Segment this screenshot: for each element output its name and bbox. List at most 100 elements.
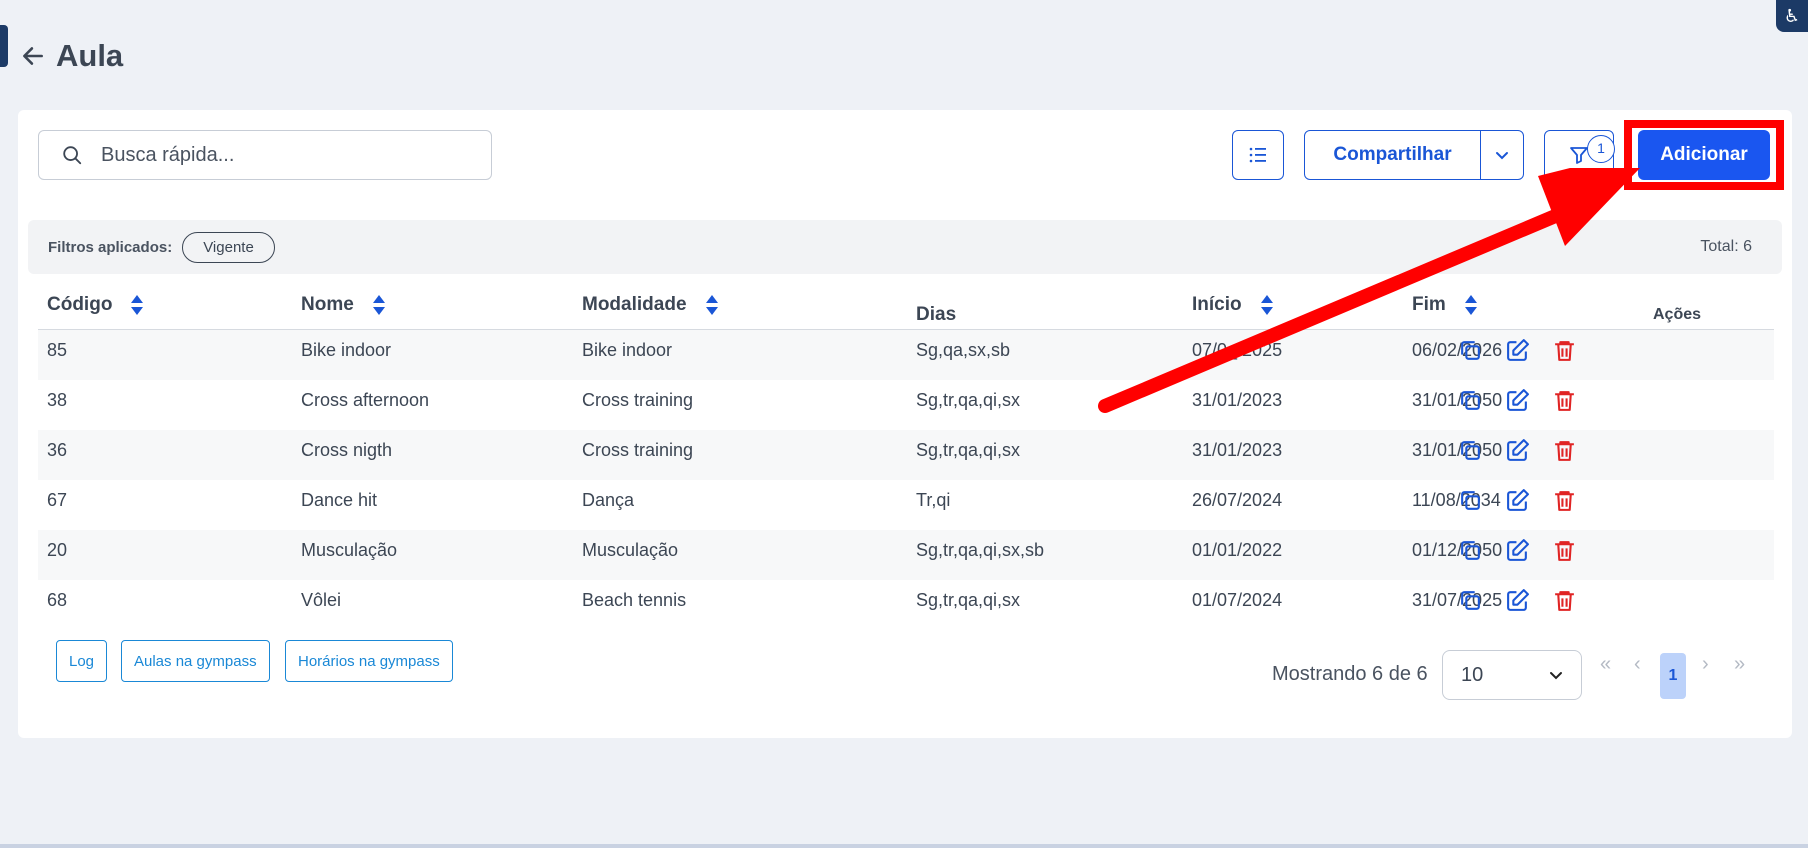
copy-icon[interactable] bbox=[1458, 588, 1483, 613]
cell-dias: Sg,tr,qa,qi,sx bbox=[916, 590, 1021, 610]
share-dropdown-button[interactable] bbox=[1481, 131, 1523, 179]
edit-icon[interactable] bbox=[1505, 338, 1530, 363]
page-size-select[interactable]: 10 bbox=[1442, 650, 1582, 700]
chevron-down-icon bbox=[1550, 672, 1562, 680]
sort-icon[interactable] bbox=[372, 294, 386, 316]
first-page-button[interactable]: « bbox=[1600, 653, 1611, 676]
copy-icon[interactable] bbox=[1458, 488, 1483, 513]
cell-dias: Sg,qa,sx,sb bbox=[916, 340, 1011, 360]
copy-icon[interactable] bbox=[1458, 438, 1483, 463]
column-label: Fim bbox=[1412, 294, 1446, 315]
filter-count-badge: 1 bbox=[1587, 135, 1615, 163]
delete-icon[interactable] bbox=[1552, 588, 1577, 613]
next-page-button[interactable]: › bbox=[1702, 653, 1709, 676]
prev-page-button[interactable]: ‹ bbox=[1634, 653, 1641, 676]
filters-label: Filtros aplicados: bbox=[48, 238, 173, 256]
edit-icon[interactable] bbox=[1505, 488, 1530, 513]
table-row: 20 Musculação Musculação Sg,tr,qa,qi,sx,sb 0… bbox=[38, 530, 1774, 580]
table-body: 85 Bike indoor Bike indoor Sg,qa,sx,sb 07/0_… bbox=[38, 330, 1774, 630]
delete-icon[interactable] bbox=[1552, 488, 1577, 513]
column-header-modalidade[interactable]: Modalidade bbox=[582, 280, 719, 330]
cell-codigo: 38 bbox=[47, 390, 68, 410]
edit-icon[interactable] bbox=[1505, 388, 1530, 413]
page-header: Aula bbox=[20, 38, 123, 74]
back-arrow-icon[interactable] bbox=[20, 43, 46, 69]
row-actions bbox=[1458, 538, 1577, 563]
copy-icon[interactable] bbox=[1458, 538, 1483, 563]
delete-icon[interactable] bbox=[1552, 338, 1577, 363]
gympass-schedules-button[interactable]: Horários na gympass bbox=[285, 640, 453, 682]
pagination-info: Mostrando 6 de 6 bbox=[1272, 663, 1428, 685]
applied-filters-bar: Filtros aplicados: Vigente Total: 6 bbox=[28, 220, 1782, 274]
search-icon bbox=[63, 146, 82, 165]
copy-icon[interactable] bbox=[1458, 388, 1483, 413]
edit-icon[interactable] bbox=[1505, 588, 1530, 613]
share-button[interactable]: Compartilhar bbox=[1305, 131, 1481, 179]
cell-modalidade: Dança bbox=[582, 490, 635, 510]
side-panel-tab[interactable] bbox=[0, 25, 8, 67]
column-header-inicio[interactable]: Início bbox=[1192, 280, 1274, 330]
cell-nome: Cross nigth bbox=[301, 440, 393, 460]
column-label: Ações bbox=[1653, 306, 1702, 323]
filter-chip[interactable]: Vigente bbox=[182, 231, 275, 263]
row-actions bbox=[1458, 438, 1577, 463]
filter-icon bbox=[1570, 147, 1588, 164]
column-header-nome[interactable]: Nome bbox=[301, 280, 386, 330]
cell-modalidade: Cross training bbox=[582, 390, 694, 410]
cell-modalidade: Bike indoor bbox=[582, 340, 673, 360]
list-icon bbox=[1249, 147, 1266, 163]
table-row: 68 Vôlei Beach tennis Sg,tr,qa,qi,sx 01/07/2… bbox=[38, 580, 1774, 630]
cell-codigo: 85 bbox=[47, 340, 68, 360]
cell-modalidade: Beach tennis bbox=[582, 590, 687, 610]
cell-inicio: 31/01/2023 bbox=[1192, 390, 1283, 410]
sort-icon[interactable] bbox=[1464, 294, 1478, 316]
cell-dias: Sg,tr,qa,qi,sx bbox=[916, 440, 1021, 460]
sort-icon[interactable] bbox=[130, 294, 144, 316]
bottom-border bbox=[0, 844, 1808, 848]
column-list-button[interactable] bbox=[1232, 130, 1284, 180]
row-actions bbox=[1458, 588, 1577, 613]
delete-icon[interactable] bbox=[1552, 388, 1577, 413]
cell-inicio: 01/01/2022 bbox=[1192, 540, 1283, 560]
cell-inicio: 07/0_/2025 bbox=[1192, 340, 1283, 360]
cell-modalidade: Cross training bbox=[582, 440, 694, 460]
cell-codigo: 68 bbox=[47, 590, 68, 610]
cell-dias: Sg,tr,qa,qi,sx,sb bbox=[916, 540, 1045, 560]
gympass-classes-button[interactable]: Aulas na gympass bbox=[121, 640, 270, 682]
last-page-button[interactable]: » bbox=[1734, 653, 1745, 676]
add-button[interactable]: Adicionar bbox=[1638, 130, 1770, 180]
filter-button[interactable]: 1 bbox=[1544, 130, 1615, 180]
main-card: Compartilhar 1 Adicionar Filtros aplicad… bbox=[18, 110, 1792, 738]
delete-icon[interactable] bbox=[1552, 438, 1577, 463]
edit-icon[interactable] bbox=[1505, 538, 1530, 563]
log-button[interactable]: Log bbox=[56, 640, 108, 682]
cell-codigo: 20 bbox=[47, 540, 68, 560]
share-button-group: Compartilhar bbox=[1304, 130, 1524, 180]
copy-icon[interactable] bbox=[1458, 338, 1483, 363]
cell-modalidade: Musculação bbox=[582, 540, 679, 560]
column-label: Dias bbox=[916, 304, 957, 325]
table-row: 67 Dance hit Dança Tr,qi 26/07/2024 11/08/203… bbox=[38, 480, 1774, 530]
cell-nome: Cross afternoon bbox=[301, 390, 430, 410]
cell-inicio: 31/01/2023 bbox=[1192, 440, 1283, 460]
cell-inicio: 26/07/2024 bbox=[1192, 490, 1283, 510]
chevron-down-icon bbox=[1496, 152, 1508, 160]
row-actions bbox=[1458, 338, 1577, 363]
total-count: Total: 6 bbox=[1700, 238, 1752, 255]
delete-icon[interactable] bbox=[1552, 538, 1577, 563]
search-input[interactable] bbox=[101, 143, 461, 167]
column-header-codigo[interactable]: Código bbox=[47, 280, 144, 330]
page-button-current[interactable]: 1 bbox=[1660, 653, 1686, 699]
row-actions bbox=[1458, 488, 1577, 513]
sort-icon[interactable] bbox=[1260, 294, 1274, 316]
cell-nome: Bike indoor bbox=[301, 340, 392, 360]
sort-icon[interactable] bbox=[705, 294, 719, 316]
page-title: Aula bbox=[56, 38, 124, 73]
accessibility-icon[interactable]: ♿ bbox=[1776, 0, 1808, 32]
row-actions bbox=[1458, 388, 1577, 413]
search-box[interactable] bbox=[38, 130, 492, 180]
edit-icon[interactable] bbox=[1505, 438, 1530, 463]
column-label: Nome bbox=[301, 294, 354, 315]
cell-nome: Musculação bbox=[301, 540, 398, 560]
column-header-fim[interactable]: Fim bbox=[1412, 280, 1478, 330]
